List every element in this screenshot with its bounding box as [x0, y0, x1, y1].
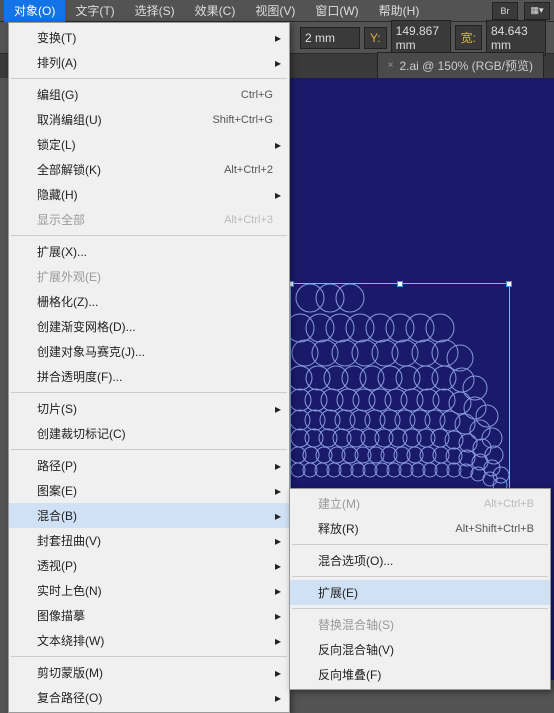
chevron-right-icon: ▸: [275, 402, 281, 416]
submenu-make: 建立(M)Alt+Ctrl+B: [290, 491, 550, 516]
chevron-right-icon: ▸: [275, 691, 281, 705]
chevron-right-icon: ▸: [275, 634, 281, 648]
chevron-right-icon: ▸: [275, 188, 281, 202]
menu-gradient-mesh[interactable]: 创建渐变网格(D)...: [9, 314, 289, 339]
y-value[interactable]: 149.867 mm: [391, 20, 451, 56]
submenu-reverse-front-back[interactable]: 反向堆叠(F): [290, 662, 550, 687]
separator: [11, 656, 287, 657]
selection-handle[interactable]: [506, 281, 512, 287]
menu-ungroup[interactable]: 取消编组(U)Shift+Ctrl+G: [9, 107, 289, 132]
chevron-right-icon: ▸: [275, 584, 281, 598]
menu-envelope-distort[interactable]: 封套扭曲(V)▸: [9, 528, 289, 553]
width-value[interactable]: 84.643 mm: [486, 20, 546, 56]
chevron-right-icon: ▸: [275, 609, 281, 623]
chevron-right-icon: ▸: [275, 459, 281, 473]
chevron-right-icon: ▸: [275, 666, 281, 680]
chevron-right-icon: ▸: [275, 138, 281, 152]
chevron-right-icon: ▸: [275, 509, 281, 523]
menubar-item-window[interactable]: 窗口(W): [305, 0, 368, 22]
menu-object-mosaic[interactable]: 创建对象马赛克(J)...: [9, 339, 289, 364]
blend-submenu: 建立(M)Alt+Ctrl+B 释放(R)Alt+Shift+Ctrl+B 混合…: [289, 488, 551, 690]
menu-blend[interactable]: 混合(B)▸: [9, 503, 289, 528]
chevron-right-icon: ▸: [275, 31, 281, 45]
chevron-right-icon: ▸: [275, 484, 281, 498]
menu-rasterize[interactable]: 栅格化(Z)...: [9, 289, 289, 314]
menubar-item-effect[interactable]: 效果(C): [185, 0, 246, 22]
submenu-blend-options[interactable]: 混合选项(O)...: [290, 548, 550, 573]
menu-image-trace[interactable]: 图像描摹▸: [9, 603, 289, 628]
menubar-item-select[interactable]: 选择(S): [125, 0, 185, 22]
bridge-button[interactable]: Br: [492, 2, 518, 20]
menu-show-all: 显示全部Alt+Ctrl+3: [9, 207, 289, 232]
menu-transform[interactable]: 变换(T)▸: [9, 25, 289, 50]
menubar-item-object[interactable]: 对象(O): [4, 0, 65, 22]
menu-flatten-transparency[interactable]: 拼合透明度(F)...: [9, 364, 289, 389]
menu-bar: 对象(O) 文字(T) 选择(S) 效果(C) 视图(V) 窗口(W) 帮助(H…: [0, 0, 554, 22]
x-value[interactable]: 2 mm: [300, 27, 360, 49]
separator: [292, 544, 548, 545]
submenu-release[interactable]: 释放(R)Alt+Shift+Ctrl+B: [290, 516, 550, 541]
document-tab[interactable]: × 2.ai @ 150% (RGB/预览): [377, 52, 544, 78]
separator: [292, 576, 548, 577]
menu-path[interactable]: 路径(P)▸: [9, 453, 289, 478]
menubar-item-view[interactable]: 视图(V): [245, 0, 305, 22]
menu-text-wrap[interactable]: 文本绕排(W)▸: [9, 628, 289, 653]
menu-unlock-all[interactable]: 全部解锁(K)Alt+Ctrl+2: [9, 157, 289, 182]
submenu-reverse-spine[interactable]: 反向混合轴(V): [290, 637, 550, 662]
tab-title: 2.ai @ 150% (RGB/预览): [399, 57, 533, 74]
selection-handle[interactable]: [397, 281, 403, 287]
selection-box: [290, 283, 510, 493]
chevron-right-icon: ▸: [275, 56, 281, 70]
object-menu-dropdown: 变换(T)▸ 排列(A)▸ 编组(G)Ctrl+G 取消编组(U)Shift+C…: [8, 22, 290, 713]
menu-expand[interactable]: 扩展(X)...: [9, 239, 289, 264]
close-icon[interactable]: ×: [388, 60, 394, 71]
separator: [11, 78, 287, 79]
menu-compound-path[interactable]: 复合路径(O)▸: [9, 685, 289, 710]
menubar-item-text[interactable]: 文字(T): [65, 0, 124, 22]
separator: [11, 235, 287, 236]
menu-lock[interactable]: 锁定(L)▸: [9, 132, 289, 157]
separator: [11, 392, 287, 393]
menu-expand-appearance: 扩展外观(E): [9, 264, 289, 289]
menu-live-paint[interactable]: 实时上色(N)▸: [9, 578, 289, 603]
separator: [292, 608, 548, 609]
chevron-right-icon: ▸: [275, 559, 281, 573]
menu-perspective[interactable]: 透视(P)▸: [9, 553, 289, 578]
menu-clipping-mask[interactable]: 剪切蒙版(M)▸: [9, 660, 289, 685]
y-label: Y:: [364, 27, 387, 49]
submenu-expand[interactable]: 扩展(E): [290, 580, 550, 605]
chevron-right-icon: ▸: [275, 534, 281, 548]
menu-group[interactable]: 编组(G)Ctrl+G: [9, 82, 289, 107]
menu-crop-marks[interactable]: 创建裁切标记(C): [9, 421, 289, 446]
width-label: 宽:: [455, 25, 482, 50]
submenu-replace-spine: 替换混合轴(S): [290, 612, 550, 637]
menu-arrange[interactable]: 排列(A)▸: [9, 50, 289, 75]
menu-pattern[interactable]: 图案(E)▸: [9, 478, 289, 503]
separator: [11, 449, 287, 450]
menu-slice[interactable]: 切片(S)▸: [9, 396, 289, 421]
layout-button[interactable]: ▦▾: [524, 2, 550, 20]
menu-hide[interactable]: 隐藏(H)▸: [9, 182, 289, 207]
